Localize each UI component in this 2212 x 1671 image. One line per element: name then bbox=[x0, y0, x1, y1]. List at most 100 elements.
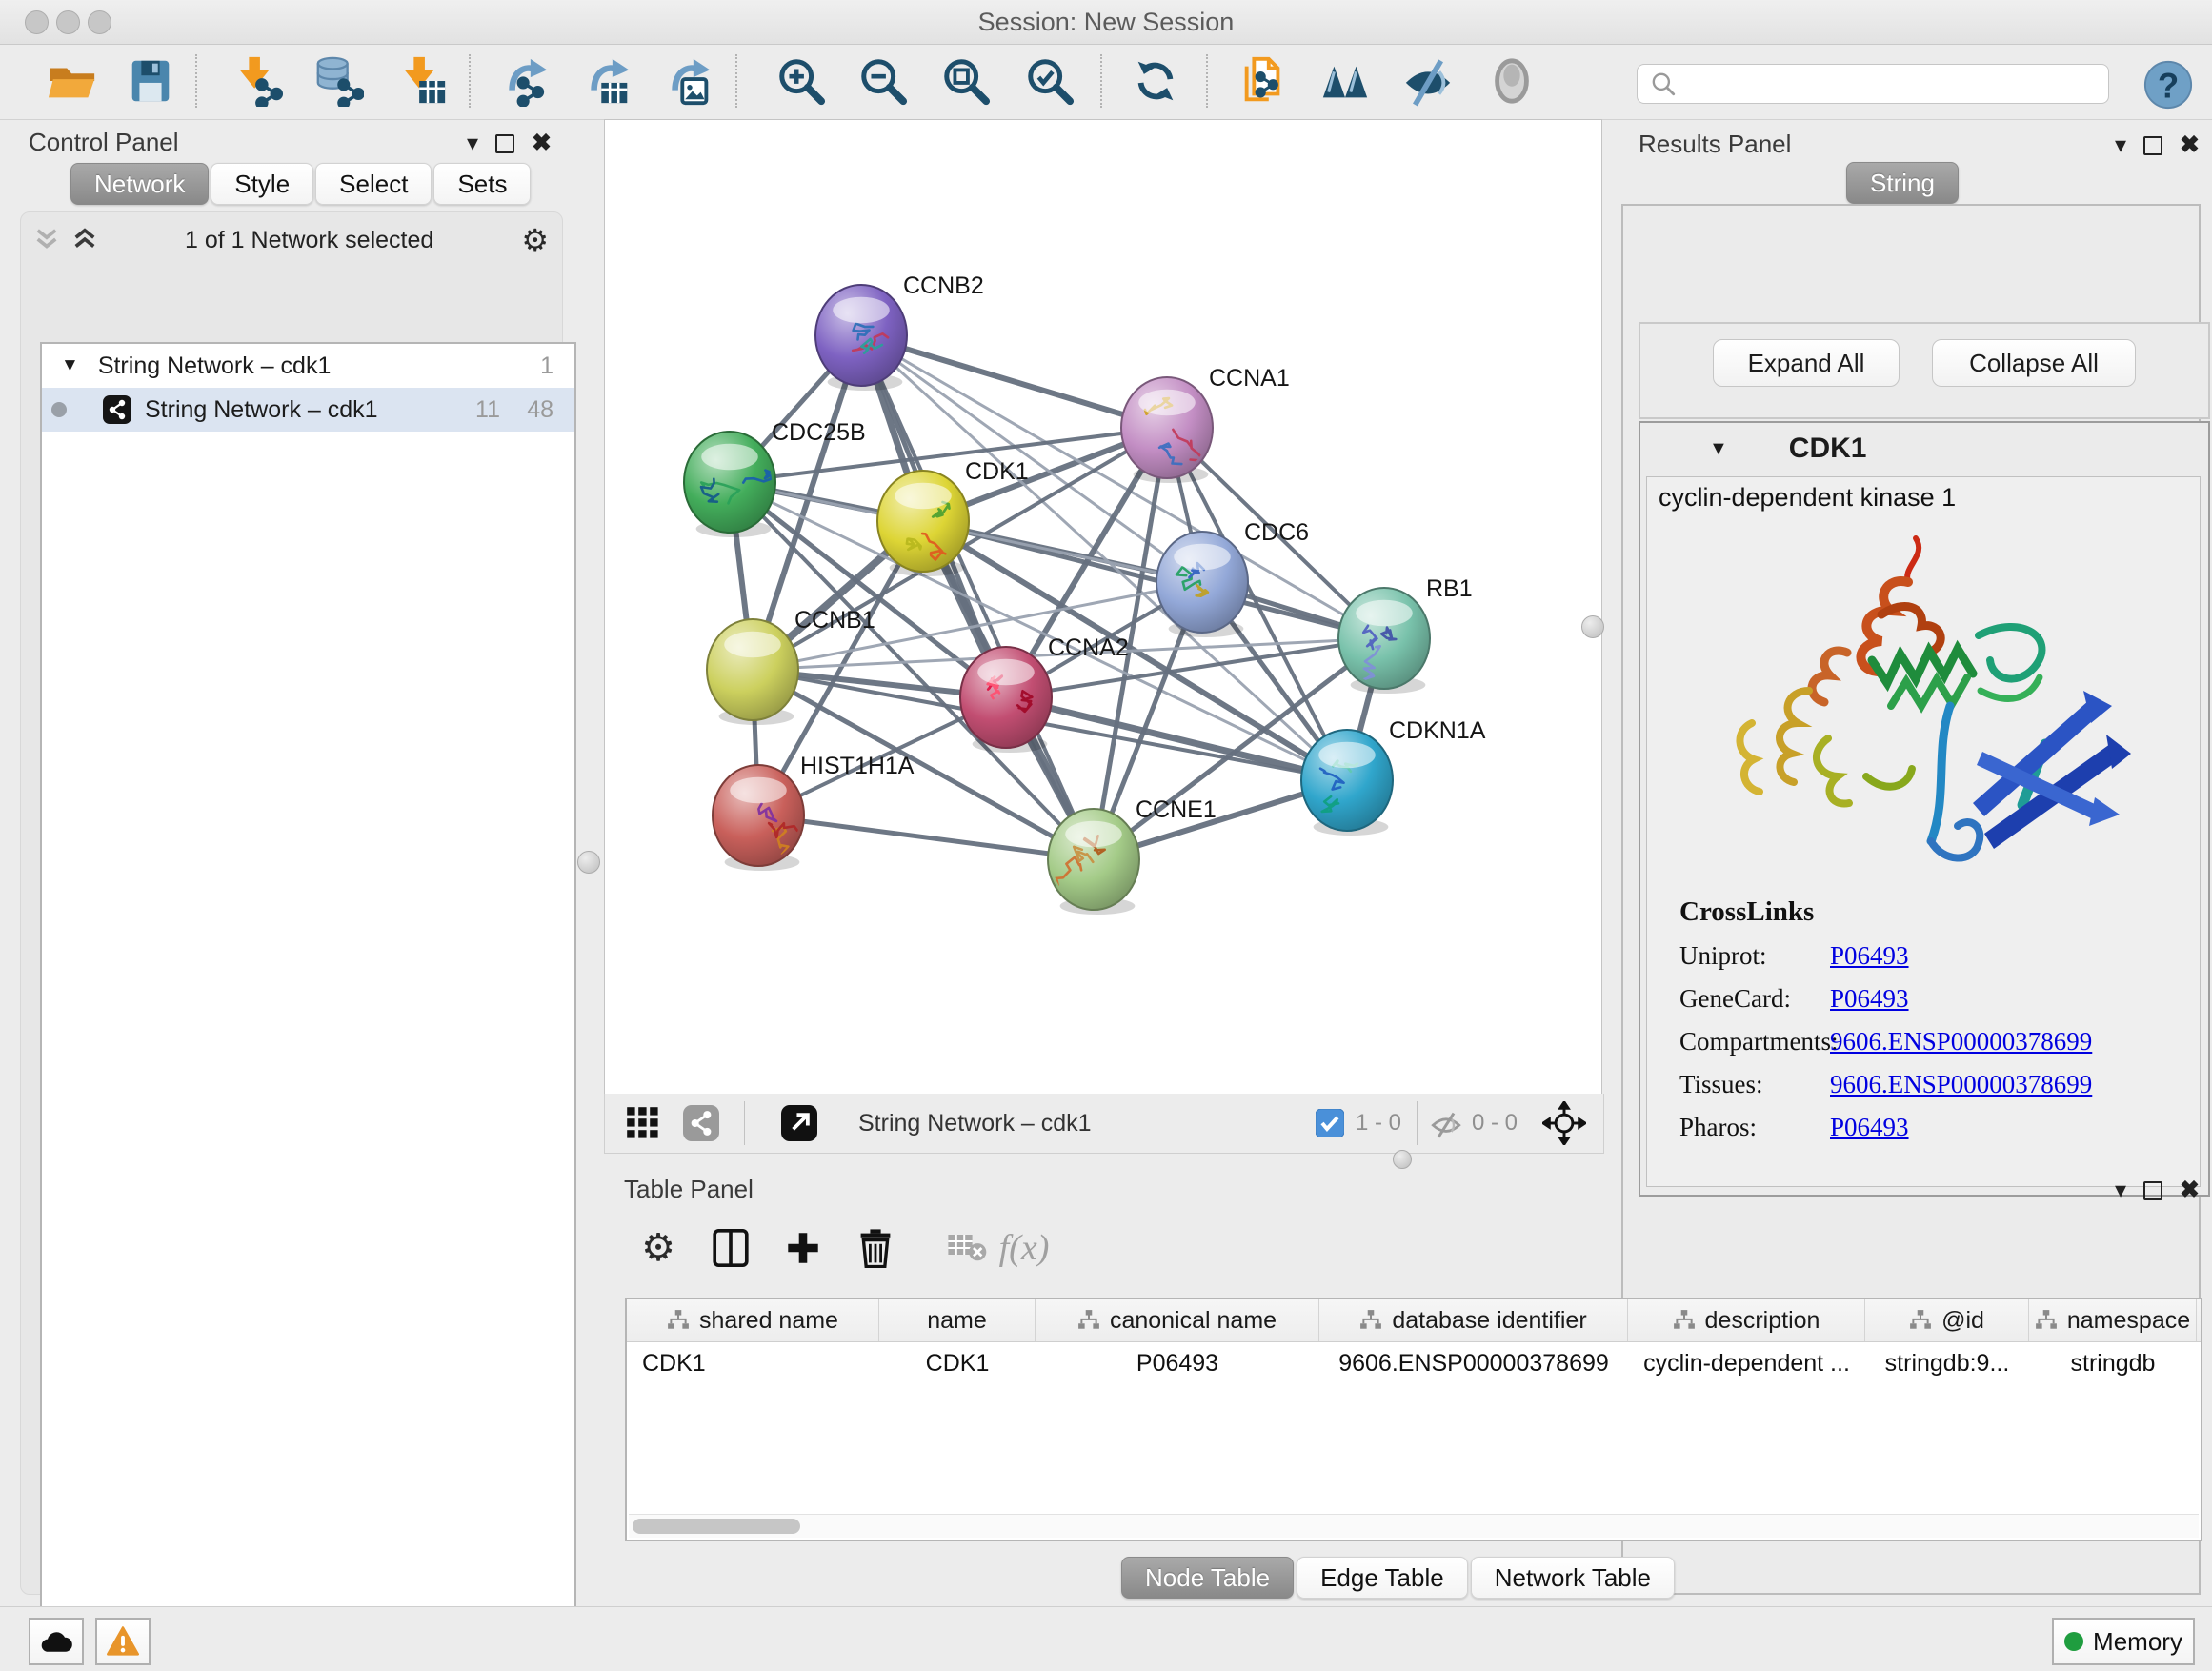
grid-view-button[interactable] bbox=[626, 1106, 660, 1140]
global-search-field[interactable] bbox=[1637, 64, 2109, 104]
save-session-button[interactable] bbox=[123, 52, 178, 110]
table-cell[interactable]: CDK1 bbox=[879, 1342, 1036, 1384]
help-button[interactable]: ? bbox=[2141, 56, 2196, 113]
column-header-canonical-name[interactable]: canonical name bbox=[1036, 1299, 1319, 1341]
network-graph[interactable]: CCNB2CCNA1CDC25BCDK1CDC6RB1CCNB1CCNA2CDK… bbox=[605, 120, 1601, 1095]
column-header-name[interactable]: name bbox=[879, 1299, 1036, 1341]
network-node-hist1h1a[interactable]: HIST1H1A bbox=[713, 753, 915, 871]
table-cell[interactable]: CDK1 bbox=[627, 1342, 879, 1384]
float-panel-icon[interactable] bbox=[2143, 1181, 2162, 1200]
network-from-document-button[interactable] bbox=[1236, 52, 1291, 110]
network-thumb-button[interactable] bbox=[683, 1105, 719, 1141]
cloud-button[interactable] bbox=[29, 1618, 84, 1665]
crosslink-link[interactable]: 9606.ENSP00000378699 bbox=[1830, 1027, 2092, 1057]
panel-menu-icon[interactable]: ▾ bbox=[2115, 1179, 2126, 1202]
table-cell[interactable]: stringdb:9... bbox=[1865, 1342, 2029, 1384]
crosslink-link[interactable]: P06493 bbox=[1830, 941, 1909, 971]
table-cell[interactable]: P06493 bbox=[1036, 1342, 1319, 1384]
zoom-in-button[interactable] bbox=[774, 52, 829, 110]
panel-menu-icon[interactable]: ▾ bbox=[2115, 134, 2126, 157]
tree-expand-icon[interactable]: ▼ bbox=[61, 355, 79, 376]
hidden-toggle[interactable] bbox=[1430, 1109, 1462, 1139]
table-row[interactable]: CDK1CDK1P064939606.ENSP00000378699cyclin… bbox=[627, 1342, 2201, 1384]
network-node-cdc6[interactable]: CDC6 bbox=[1156, 519, 1309, 637]
export-network-button[interactable] bbox=[499, 52, 554, 110]
network-node-cdk1[interactable]: CDK1 bbox=[877, 458, 1029, 576]
import-table-button[interactable] bbox=[395, 52, 451, 110]
network-edge[interactable] bbox=[861, 335, 1167, 428]
close-panel-icon[interactable]: ✖ bbox=[532, 131, 552, 155]
fit-content-button[interactable] bbox=[938, 52, 994, 110]
vertical-splitter-grip[interactable] bbox=[577, 851, 600, 874]
table-cell[interactable]: cyclin-dependent ... bbox=[1628, 1342, 1865, 1384]
expand-all-icon[interactable] bbox=[72, 228, 97, 252]
horizontal-splitter-grip[interactable] bbox=[1393, 1150, 1412, 1169]
network-collection-row[interactable]: ▼ String Network – cdk1 1 bbox=[42, 344, 574, 388]
tab-string[interactable]: String bbox=[1846, 162, 1959, 204]
panel-menu-icon[interactable]: ▾ bbox=[467, 132, 478, 155]
open-session-button[interactable] bbox=[45, 52, 100, 110]
tab-sets[interactable]: Sets bbox=[433, 163, 531, 205]
zoom-selected-button[interactable] bbox=[1022, 52, 1077, 110]
crosslink-link[interactable]: 9606.ENSP00000378699 bbox=[1830, 1070, 2092, 1099]
memory-button[interactable]: Memory bbox=[2052, 1618, 2195, 1665]
warnings-button[interactable] bbox=[95, 1618, 151, 1665]
network-node-cdkn1a[interactable]: CDKN1A bbox=[1301, 717, 1486, 836]
entry-collapse-icon[interactable]: ▼ bbox=[1709, 438, 1728, 460]
vertical-splitter-grip[interactable] bbox=[1581, 615, 1604, 638]
float-panel-icon[interactable] bbox=[2143, 136, 2162, 155]
network-node-ccne1[interactable]: CCNE1 bbox=[1048, 796, 1217, 915]
delete-column-button[interactable] bbox=[850, 1222, 901, 1274]
export-table-button[interactable] bbox=[581, 52, 636, 110]
network-canvas[interactable]: CCNB2CCNA1CDC25BCDK1CDC6RB1CCNB1CCNA2CDK… bbox=[604, 119, 1602, 1096]
search-network-button[interactable] bbox=[1317, 52, 1373, 110]
tab-style[interactable]: Style bbox=[211, 163, 313, 205]
table-settings-button[interactable]: ⚙ bbox=[633, 1222, 684, 1274]
column-header-@id[interactable]: @id bbox=[1865, 1299, 2029, 1341]
export-image-button[interactable] bbox=[662, 52, 717, 110]
table-horizontal-scrollbar[interactable] bbox=[629, 1514, 2199, 1538]
tab-network-table[interactable]: Network Table bbox=[1471, 1557, 1675, 1599]
column-header-shared-name[interactable]: shared name bbox=[627, 1299, 879, 1341]
expand-all-button[interactable]: Expand All bbox=[1713, 339, 1900, 387]
tab-edge-table[interactable]: Edge Table bbox=[1297, 1557, 1468, 1599]
column-header-database-identifier[interactable]: database identifier bbox=[1319, 1299, 1628, 1341]
import-network-file-button[interactable] bbox=[231, 52, 286, 110]
network-edge[interactable] bbox=[758, 815, 1094, 859]
entry-header[interactable]: ▼ CDK1 bbox=[1640, 423, 2208, 474]
collapse-all-button[interactable]: Collapse All bbox=[1932, 339, 2136, 387]
close-window-icon[interactable] bbox=[25, 10, 49, 34]
add-column-button[interactable] bbox=[777, 1222, 829, 1274]
close-panel-icon[interactable]: ✖ bbox=[2180, 1178, 2200, 1202]
tab-select[interactable]: Select bbox=[315, 163, 432, 205]
refresh-layout-button[interactable] bbox=[1128, 52, 1183, 110]
selected-checkbox[interactable] bbox=[1316, 1109, 1344, 1137]
crosslink-link[interactable]: P06493 bbox=[1830, 1113, 1909, 1142]
float-panel-icon[interactable] bbox=[495, 134, 514, 153]
zoom-out-button[interactable] bbox=[855, 52, 911, 110]
network-node-rb1[interactable]: RB1 bbox=[1338, 575, 1473, 694]
gear-icon[interactable]: ⚙ bbox=[521, 222, 549, 258]
network-row-selected[interactable]: String Network – cdk1 11 48 bbox=[42, 388, 574, 432]
table-cell[interactable]: stringdb bbox=[2029, 1342, 2197, 1384]
tab-node-table[interactable]: Node Table bbox=[1121, 1557, 1294, 1599]
network-node-ccnb2[interactable]: CCNB2 bbox=[815, 272, 984, 391]
detach-view-button[interactable] bbox=[781, 1105, 817, 1141]
collapse-all-icon[interactable] bbox=[34, 228, 59, 252]
minimize-window-icon[interactable] bbox=[56, 10, 80, 34]
birdseye-button[interactable] bbox=[1542, 1101, 1586, 1145]
scrollbar-thumb[interactable] bbox=[633, 1519, 800, 1534]
column-header-description[interactable]: description bbox=[1628, 1299, 1865, 1341]
function-builder-button-disabled[interactable]: f(x) bbox=[998, 1222, 1050, 1274]
table-cell[interactable]: 9606.ENSP00000378699 bbox=[1319, 1342, 1628, 1384]
show-columns-button[interactable] bbox=[705, 1222, 756, 1274]
search-input[interactable] bbox=[1685, 70, 2108, 98]
show-hide-button[interactable] bbox=[1400, 52, 1456, 110]
crosslink-link[interactable]: P06493 bbox=[1830, 984, 1909, 1014]
maximize-window-icon[interactable] bbox=[88, 10, 111, 34]
import-network-database-button[interactable] bbox=[311, 52, 366, 110]
delete-table-button-disabled[interactable] bbox=[941, 1222, 993, 1274]
network-edge[interactable] bbox=[861, 335, 1094, 859]
close-panel-icon[interactable]: ✖ bbox=[2180, 133, 2200, 157]
column-header-namespace[interactable]: namespace bbox=[2029, 1299, 2197, 1341]
